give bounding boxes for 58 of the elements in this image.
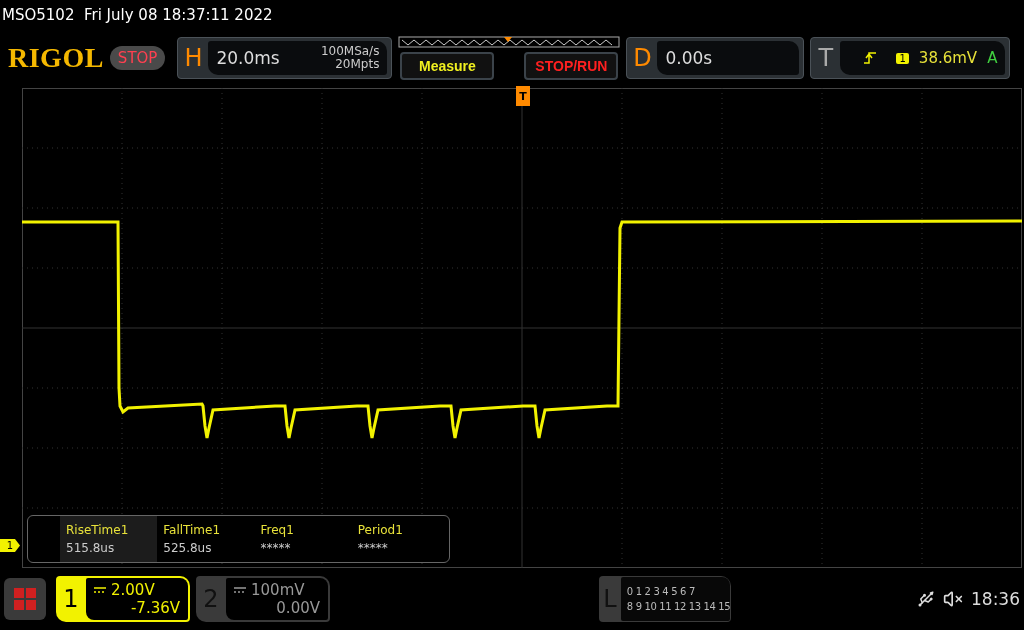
softkey-button[interactable]: Measure bbox=[400, 52, 495, 80]
trigger-mode: A bbox=[987, 49, 998, 67]
softkey-button[interactable]: STOP/RUN bbox=[524, 52, 619, 80]
channel-number: 1 bbox=[62, 585, 80, 613]
horizontal-letter: H bbox=[183, 44, 204, 72]
logic-bit: 1 bbox=[635, 586, 642, 597]
dc-coupling-icon bbox=[94, 587, 106, 593]
channel-offset: 0.00V bbox=[276, 599, 320, 617]
logic-bit: 3 bbox=[653, 586, 660, 597]
logic-bit: 9 bbox=[635, 601, 642, 612]
rising-edge-icon bbox=[864, 51, 879, 65]
sample-rate: 100MSa/s bbox=[320, 45, 380, 58]
logic-bit: 0 bbox=[626, 586, 633, 597]
clock: 18:36 bbox=[971, 589, 1020, 609]
speaker-muted-icon[interactable] bbox=[943, 589, 963, 609]
logic-bit: 10 bbox=[644, 601, 657, 612]
grid-icon bbox=[14, 588, 36, 610]
trigger-level: 38.6mV bbox=[918, 49, 978, 67]
trigger-source: 1 bbox=[896, 52, 909, 64]
measurement-name: RiseTime1 bbox=[66, 523, 130, 537]
measurement-name: Freq1 bbox=[260, 523, 295, 537]
horizontal-panel[interactable]: H 20.0ms 100MSa/s 20Mpts bbox=[177, 37, 393, 79]
channel-offset-marker[interactable]: 1 bbox=[0, 539, 20, 552]
measurement-value: ***** bbox=[260, 541, 292, 555]
measurement-value: ***** bbox=[357, 541, 389, 555]
logic-bit: 13 bbox=[688, 601, 701, 612]
delay-panel[interactable]: D 0.00s bbox=[626, 37, 805, 79]
brand-logo: RIGOL bbox=[8, 42, 104, 74]
status-line: MSO5102 Fri July 08 18:37:11 2022 bbox=[1, 5, 274, 26]
usb-icon bbox=[917, 590, 935, 608]
trigger-letter: T bbox=[817, 44, 835, 72]
timebase-value: 20.0ms bbox=[216, 48, 280, 68]
logic-bit: 15 bbox=[718, 601, 730, 612]
logic-bit: 5 bbox=[671, 586, 678, 597]
measurement-name: FallTime1 bbox=[163, 523, 222, 537]
trigger-panel[interactable]: T 1 38.6mV A bbox=[810, 37, 1011, 79]
run-state-indicator: STOP bbox=[109, 46, 166, 70]
logic-bit: 6 bbox=[680, 586, 686, 597]
logic-bit: 8 bbox=[626, 601, 633, 612]
channel-offset: -7.36V bbox=[130, 599, 180, 617]
trigger-position-marker[interactable]: T bbox=[516, 86, 530, 106]
logic-bit: 2 bbox=[644, 586, 651, 597]
logic-bit: 7 bbox=[688, 586, 695, 597]
delay-letter: D bbox=[632, 44, 653, 72]
logic-bit: 14 bbox=[703, 601, 716, 612]
memory-depth: 20Mpts bbox=[334, 58, 380, 71]
channel-panel[interactable]: 1 2.00V -7.36V bbox=[56, 576, 190, 622]
measurement-value: 525.8us bbox=[163, 541, 213, 555]
channel-scale: 2.00V bbox=[111, 581, 155, 599]
channel-scale: 100mV bbox=[251, 581, 305, 599]
measurement-value: 515.8us bbox=[66, 541, 116, 555]
dc-coupling-icon bbox=[234, 587, 246, 593]
delay-value: 0.00s bbox=[665, 48, 713, 68]
logic-bit: 11 bbox=[659, 601, 672, 612]
menu-button[interactable] bbox=[4, 578, 46, 620]
logic-bit: 12 bbox=[674, 601, 686, 612]
measurement-name: Period1 bbox=[357, 523, 404, 537]
logic-bit: 4 bbox=[662, 586, 669, 597]
